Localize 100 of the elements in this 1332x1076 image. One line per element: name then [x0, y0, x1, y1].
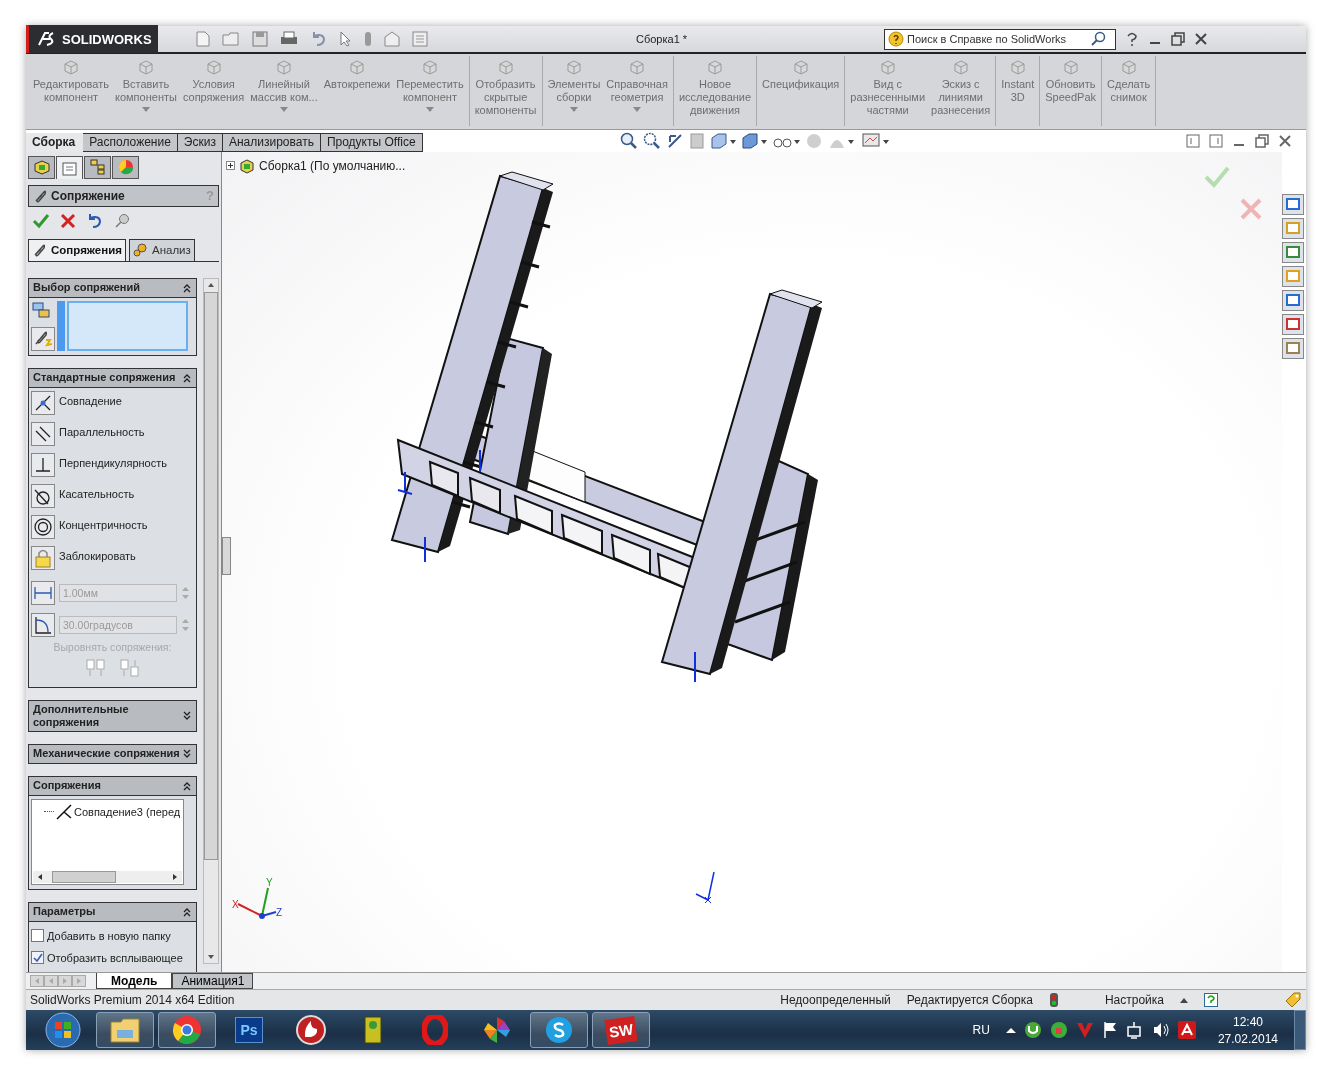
task-pane-button[interactable]: [1282, 313, 1304, 335]
undo-icon[interactable]: [310, 31, 328, 47]
help-icon[interactable]: [1204, 993, 1218, 1008]
concentric-mate-icon[interactable]: [31, 514, 55, 539]
model-tab[interactable]: Анимация1: [172, 973, 254, 990]
scroll-thumb[interactable]: [52, 870, 116, 883]
help-icon[interactable]: [1125, 31, 1139, 47]
section-header[interactable]: Механические сопряжения: [29, 744, 196, 763]
v-logo-icon[interactable]: [1075, 1021, 1094, 1039]
ribbon-button[interactable]: Сделать снимок: [1104, 56, 1154, 126]
units-menu[interactable]: Настройка: [1104, 993, 1164, 1008]
task-pane-button[interactable]: [1282, 289, 1304, 311]
mate-option[interactable]: Параллельность: [59, 425, 145, 438]
checkbox-label[interactable]: Добавить в новую папку: [47, 929, 171, 942]
section-header[interactable]: Выбор сопряжений: [29, 278, 196, 298]
cursor-icon[interactable]: [340, 31, 352, 47]
taskbar-button[interactable]: [158, 1012, 216, 1048]
task-pane-button[interactable]: [1282, 217, 1304, 239]
ribbon-button[interactable]: Справочная геометрия: [603, 56, 671, 126]
ok-check-icon[interactable]: [32, 212, 50, 229]
tangent-mate-icon[interactable]: [31, 483, 55, 508]
options-icon[interactable]: [384, 31, 400, 47]
help-search-input[interactable]: Поиск в Справке по SolidWorks: [907, 33, 1087, 45]
manager-tab[interactable]: [84, 155, 111, 179]
clock-date[interactable]: 27.02.2014: [1217, 1031, 1278, 1046]
mate-option[interactable]: Заблокировать: [59, 549, 136, 562]
mate-list-item[interactable]: Совпадение3 (перед: [74, 805, 181, 818]
scroll-thumb[interactable]: [204, 291, 218, 860]
graphics-area[interactable]: Сборка1 (По умолчанию... X Y Z: [222, 151, 1282, 973]
ribbon-button[interactable]: Условия сопряжения: [179, 56, 248, 126]
flag-icon[interactable]: [1101, 1021, 1118, 1039]
manager-tab[interactable]: [56, 155, 83, 179]
ribbon-tab[interactable]: Сборка: [26, 132, 84, 152]
zoom-fit-icon[interactable]: [620, 131, 638, 150]
traffic-light-icon[interactable]: [1048, 993, 1059, 1008]
smart-mate-icon[interactable]: [31, 326, 55, 351]
torrent-icon[interactable]: [1023, 1021, 1042, 1039]
section-header[interactable]: Параметры: [29, 902, 196, 922]
close-icon[interactable]: [1194, 32, 1208, 46]
taskbar-button[interactable]: SW: [592, 1012, 650, 1048]
restore-icon[interactable]: [1255, 133, 1269, 148]
task-pane-button[interactable]: [1282, 337, 1304, 359]
parallel-mate-icon[interactable]: [31, 421, 55, 446]
feature-tree-item[interactable]: Сборка1 (По умолчанию...: [259, 158, 406, 173]
expand-box-icon[interactable]: [226, 161, 235, 171]
flower-icon[interactable]: [1049, 1021, 1068, 1039]
close-icon[interactable]: [1278, 133, 1292, 148]
section-header[interactable]: Дополнительные сопряжения: [29, 700, 196, 731]
panel-tab[interactable]: Анализ: [129, 238, 195, 261]
cancel-x-icon[interactable]: [60, 212, 76, 229]
speaker-icon[interactable]: [1151, 1021, 1170, 1039]
model-tab[interactable]: Модель: [96, 973, 173, 990]
ribbon-button[interactable]: Переместить компонент: [393, 56, 467, 126]
scroll-right-icon[interactable]: [171, 872, 179, 881]
ribbon-tab[interactable]: Расположение: [83, 132, 178, 152]
scroll-left-icon[interactable]: [36, 872, 44, 881]
ribbon-tab[interactable]: Анализировать: [222, 132, 321, 152]
mate-option[interactable]: Перпендикулярность: [59, 456, 167, 469]
scroll-up-icon[interactable]: [207, 281, 215, 288]
mate-option[interactable]: Концентричность: [59, 518, 148, 531]
caret-up-icon[interactable]: [1180, 997, 1188, 1004]
ribbon-button[interactable]: Спецификация: [759, 56, 843, 126]
panel-collapse-handle[interactable]: [222, 536, 231, 575]
clock-time[interactable]: 12:40: [1232, 1014, 1263, 1029]
section-header[interactable]: Сопряжения: [29, 776, 196, 796]
view-orientation-icon[interactable]: [710, 131, 736, 150]
printer-icon[interactable]: [280, 31, 298, 47]
antivirus-icon[interactable]: [1177, 1021, 1196, 1039]
confirm-check-icon[interactable]: [1204, 165, 1230, 188]
tag-icon[interactable]: [1284, 991, 1302, 1010]
monitor-icon[interactable]: [861, 131, 891, 150]
ribbon-button[interactable]: Линейный массив ком...: [247, 56, 321, 126]
ribbon-button[interactable]: Отобразить скрытые компоненты: [471, 56, 540, 126]
manager-tab[interactable]: [28, 155, 55, 179]
mate-option[interactable]: Касательность: [59, 487, 135, 500]
ribbon-button[interactable]: Обновить SpeedPak: [1042, 56, 1099, 126]
ribbon-tab[interactable]: Эскиз: [177, 132, 223, 152]
caret-up-icon[interactable]: [1005, 1027, 1016, 1033]
horizontal-scrollbar[interactable]: [33, 870, 182, 883]
ribbon-button[interactable]: Вид с разнесенными частями: [847, 56, 929, 126]
task-pane-button[interactable]: [1282, 265, 1304, 287]
lock-mate-icon[interactable]: [31, 545, 55, 570]
search-icon[interactable]: [1090, 31, 1106, 47]
ribbon-button[interactable]: Автокрепежи: [320, 56, 394, 126]
ribbon-button[interactable]: Вставить компоненты: [112, 56, 180, 126]
language-indicator[interactable]: RU: [972, 1023, 990, 1037]
zoom-area-icon[interactable]: [643, 131, 661, 150]
restore-icon[interactable]: [1171, 32, 1185, 46]
ribbon-button[interactable]: Эскиз с линиями разнесения: [928, 56, 994, 126]
coincident-mate-icon[interactable]: [31, 390, 55, 415]
scroll-down-icon[interactable]: [207, 953, 215, 960]
manager-tab[interactable]: [112, 155, 139, 179]
perpendicular-mate-icon[interactable]: [31, 452, 55, 477]
ribbon-button[interactable]: Instant 3D: [998, 56, 1038, 126]
checkbox[interactable]: [31, 951, 44, 965]
display-style-icon[interactable]: [741, 131, 767, 150]
network-icon[interactable]: [1125, 1021, 1144, 1039]
task-pane-button[interactable]: [1282, 241, 1304, 263]
pushpin-icon[interactable]: [114, 212, 130, 229]
ribbon-button[interactable]: Редактировать компонент: [30, 56, 112, 126]
